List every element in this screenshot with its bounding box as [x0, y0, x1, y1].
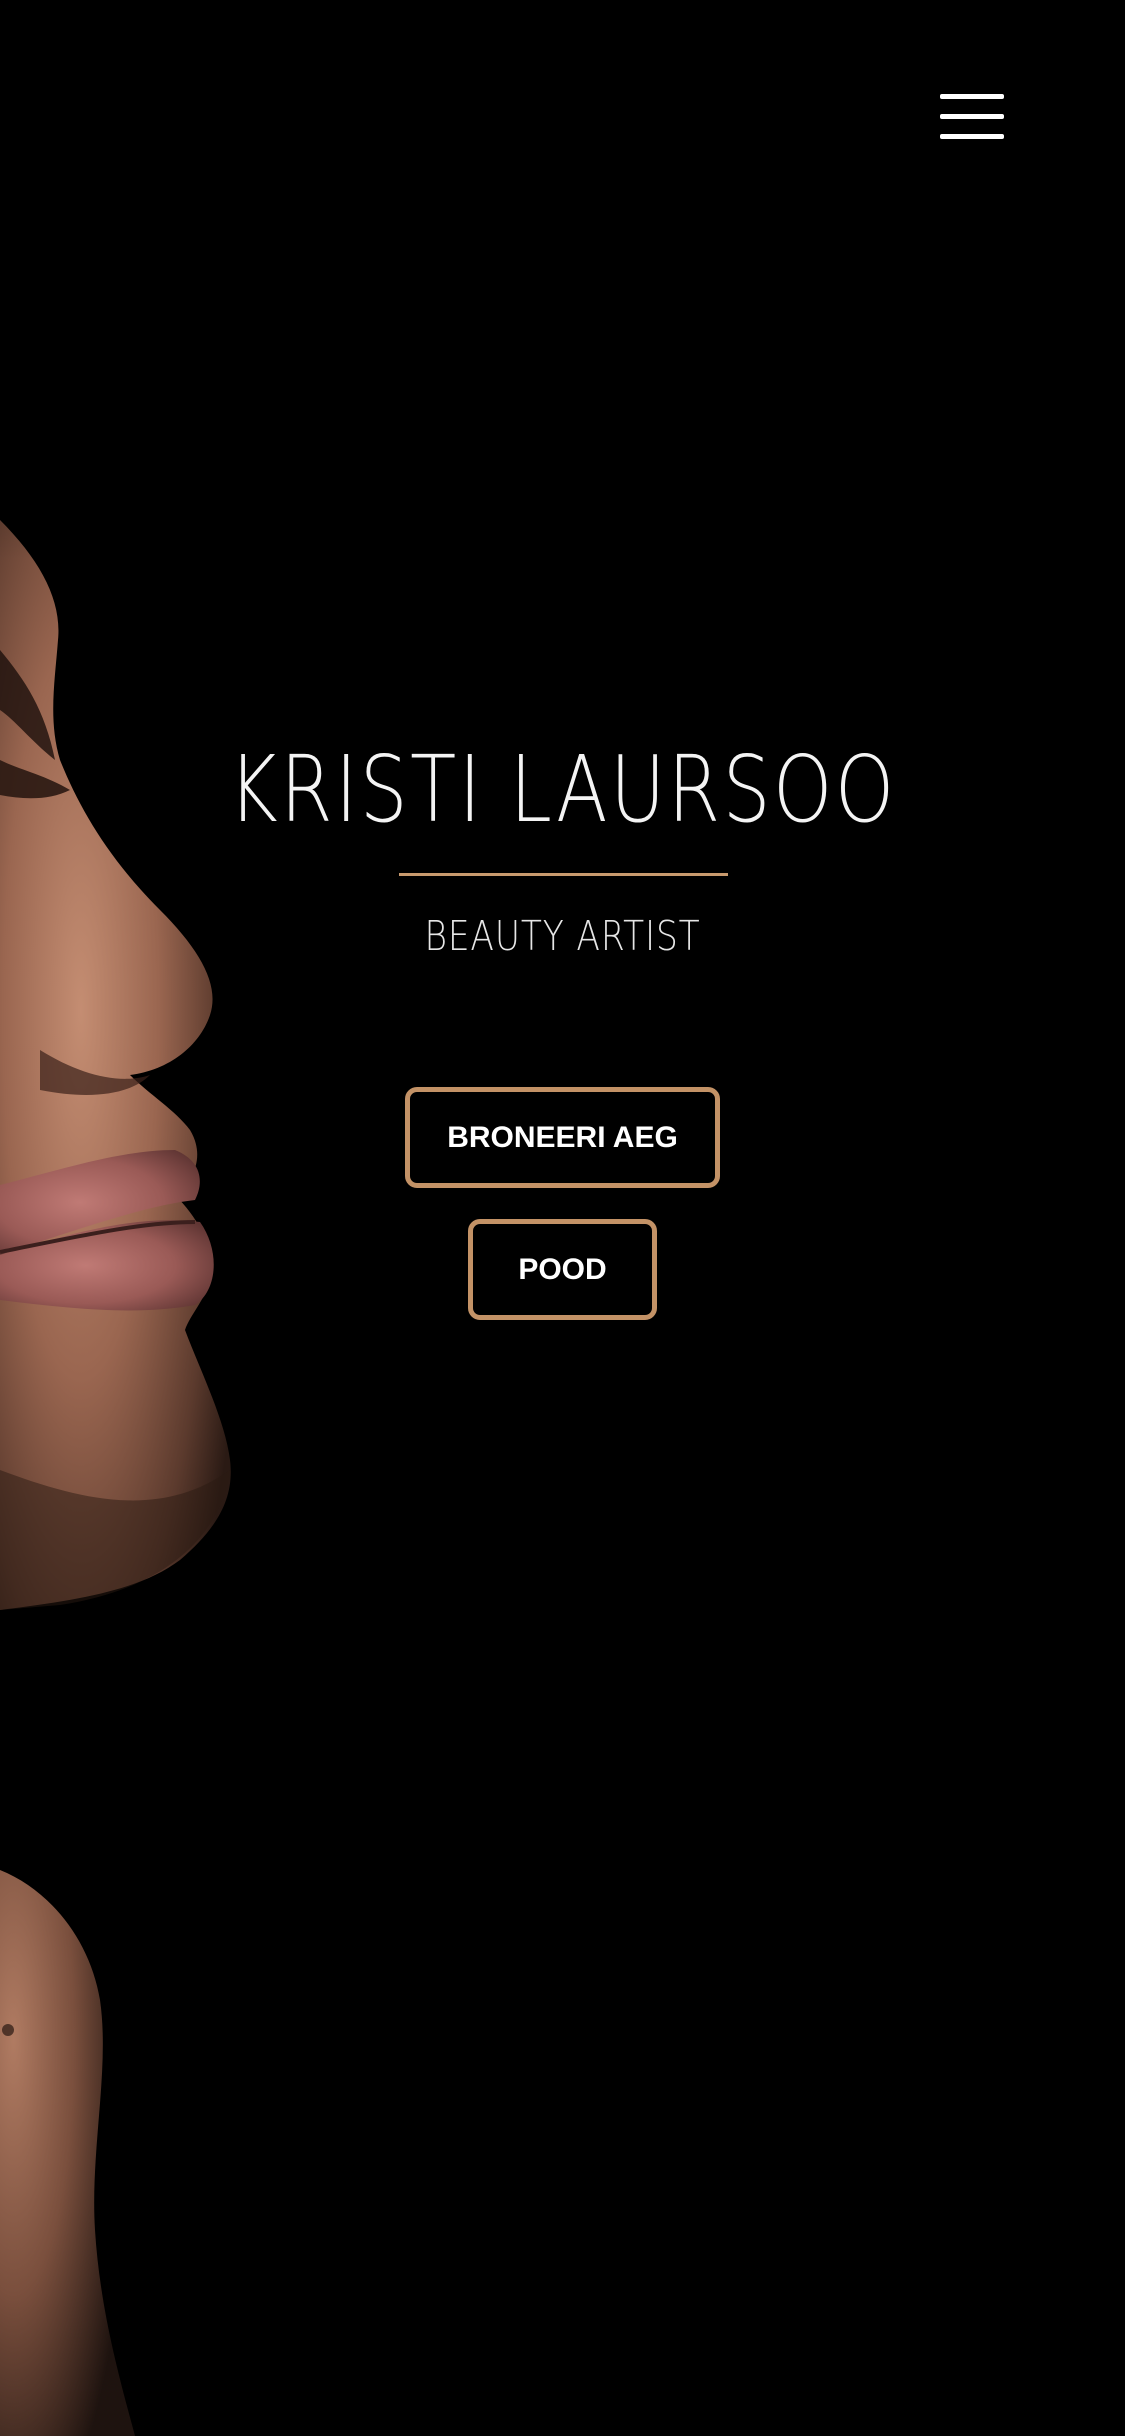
shop-label: POOD [518, 1252, 607, 1286]
page-title: KRISTI LAURSOO [228, 736, 897, 843]
hamburger-menu-icon [940, 94, 1004, 139]
shop-button[interactable]: POOD [468, 1219, 657, 1320]
title-divider [399, 873, 728, 876]
landing-page: KRISTI LAURSOO BEAUTY ARTIST BRONEERI AE… [0, 0, 1125, 2436]
page-subtitle: BEAUTY ARTIST [424, 912, 701, 960]
book-appointment-label: BRONEERI AEG [447, 1120, 678, 1154]
portrait-background-image [0, 0, 400, 2436]
menu-button[interactable] [920, 78, 1024, 158]
book-appointment-button[interactable]: BRONEERI AEG [405, 1087, 720, 1188]
